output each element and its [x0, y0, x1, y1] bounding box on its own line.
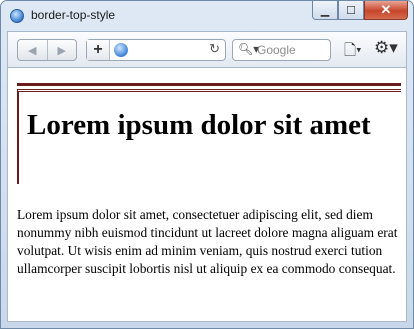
navigation-toolbar: ◀ ▶ + ↻ 🔍︎▾ 🗋▾ ⚙▾	[7, 31, 407, 67]
forward-button[interactable]: ▶	[46, 40, 77, 60]
back-button[interactable]: ◀	[18, 40, 47, 60]
minimize-icon: ▁	[320, 4, 330, 17]
reload-icon[interactable]: ↻	[209, 41, 220, 57]
browser-app-icon	[10, 9, 24, 23]
window-controls: ▁ ☐ ✕	[312, 1, 408, 20]
heading-border-box: Lorem ipsum dolor sit amet	[17, 83, 401, 184]
body-paragraph: Lorem ipsum dolor sit amet, consectetuer…	[17, 207, 398, 276]
minimize-button[interactable]: ▁	[312, 1, 338, 20]
forward-arrow-icon: ▶	[57, 44, 66, 57]
title-bar[interactable]: border-top-style ▁ ☐ ✕	[1, 1, 413, 31]
globe-icon	[114, 43, 128, 57]
search-input[interactable]	[257, 43, 327, 57]
gear-icon[interactable]: ⚙▾	[374, 38, 398, 58]
maximize-icon: ☐	[346, 4, 356, 17]
address-bar[interactable]: + ↻	[86, 39, 226, 61]
new-tab-button[interactable]: +	[87, 40, 110, 60]
page-menu-icon[interactable]: 🗋▾	[344, 40, 362, 65]
back-forward-group: ◀ ▶	[17, 39, 77, 61]
maximize-button[interactable]: ☐	[338, 1, 364, 20]
back-arrow-icon: ◀	[28, 44, 37, 57]
page-heading: Lorem ipsum dolor sit amet	[27, 109, 371, 141]
close-icon: ✕	[380, 2, 392, 17]
search-box[interactable]: 🔍︎▾	[232, 39, 331, 61]
plus-icon: +	[93, 41, 103, 58]
page-viewport: Lorem ipsum dolor sit amet Lorem ipsum d…	[7, 67, 407, 322]
window-title: border-top-style	[31, 8, 116, 22]
browser-window: border-top-style ▁ ☐ ✕ ◀ ▶ + ↻ 🔍︎▾ 🗋▾ ⚙▾…	[0, 0, 414, 329]
close-button[interactable]: ✕	[364, 1, 408, 20]
